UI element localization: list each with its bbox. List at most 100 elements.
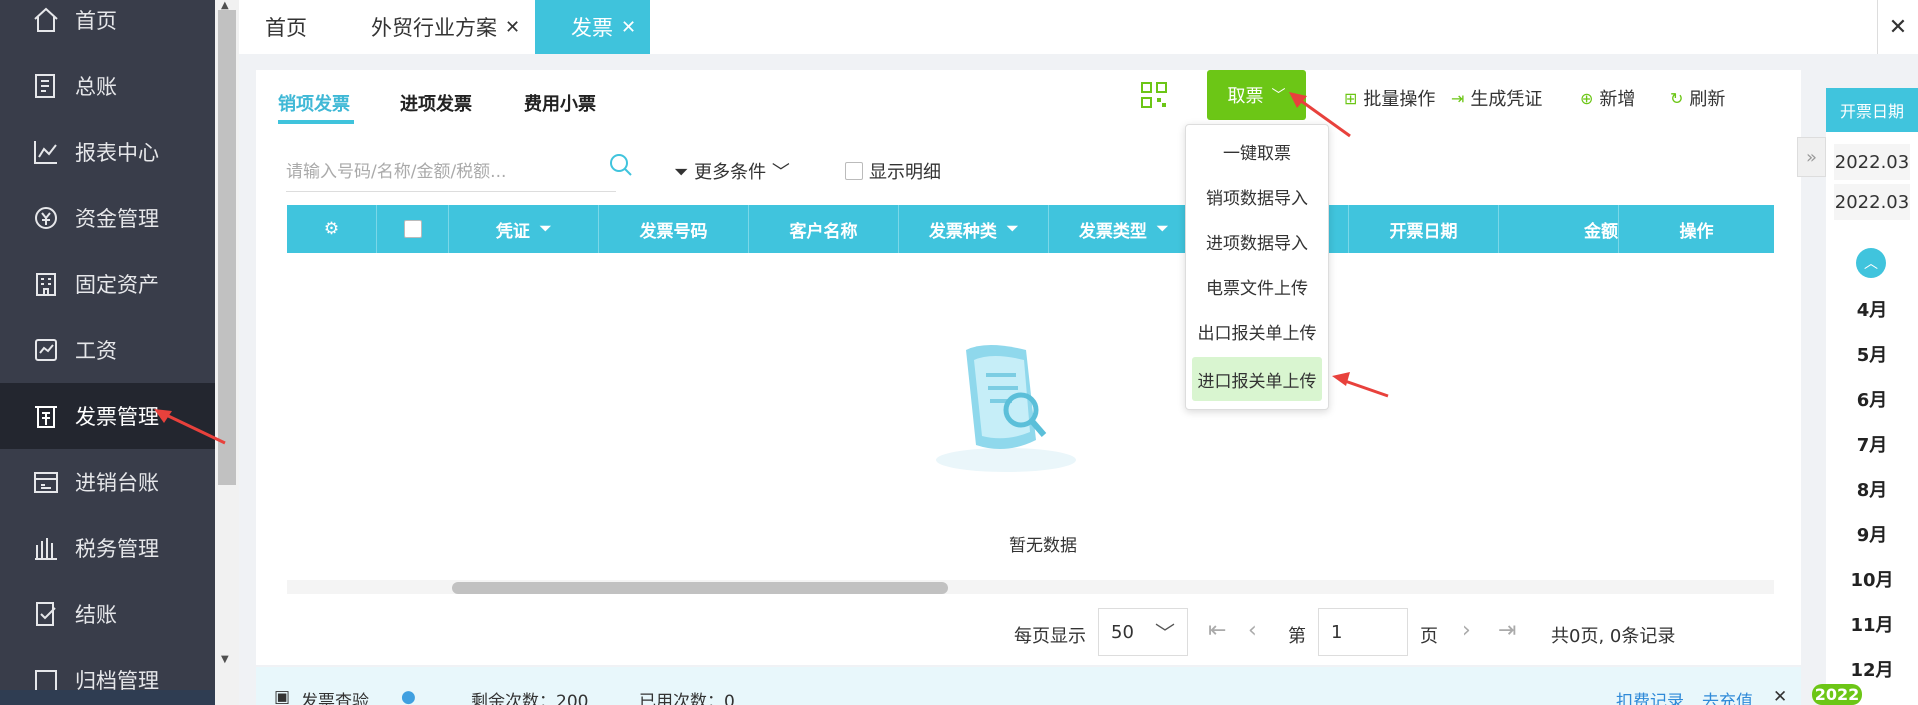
per-page-select[interactable]: 50 ﹀ — [1098, 608, 1188, 656]
column-voucher[interactable]: 凭证 ⏷ — [449, 205, 599, 253]
month-item[interactable]: 6月 — [1826, 386, 1918, 412]
scroll-up-icon[interactable]: ▲ — [221, 0, 229, 11]
show-detail-label: 显示明细 — [869, 162, 941, 183]
table-hscroll-thumb[interactable] — [452, 582, 948, 594]
subtab-receipts[interactable]: 费用小票 — [524, 90, 596, 116]
month-item[interactable]: 9月 — [1826, 521, 1918, 547]
settings-column[interactable]: ⚙ — [287, 205, 377, 253]
column-invoice-kind[interactable]: 发票种类 ⏷ — [899, 205, 1049, 253]
month-item[interactable]: 8月 — [1826, 476, 1918, 502]
column-label: 操作 — [1679, 221, 1714, 242]
month-item[interactable]: 11月 — [1826, 611, 1918, 637]
tax-icon — [35, 538, 57, 560]
month-item[interactable]: 10月 — [1826, 566, 1918, 592]
info-icon[interactable]: ● — [401, 687, 416, 705]
column-invoice-no[interactable]: 发票号码 — [599, 205, 749, 253]
column-label: 发票种类 — [928, 221, 997, 242]
close-all-icon[interactable]: ✕ — [1877, 0, 1918, 54]
recharge-link[interactable]: 去充值 — [1702, 687, 1753, 705]
invoice-icon — [35, 406, 57, 428]
column-amount[interactable]: 金额 — [1499, 205, 1619, 253]
sidebar-item-ledger[interactable]: 总账 — [0, 53, 215, 119]
sidebar-item-label: 报表中心 — [75, 141, 159, 165]
filter-icon[interactable]: ⏷ — [540, 221, 551, 237]
filter-icon[interactable]: ⏷ — [1007, 221, 1018, 237]
sidebar-item-home[interactable]: 首页 — [0, 0, 215, 53]
column-label: 发票类型 — [1078, 221, 1147, 242]
last-page-icon[interactable]: ⇥ — [1498, 618, 1516, 643]
column-customer[interactable]: 客户名称 — [749, 205, 899, 253]
month-item[interactable]: 12月 — [1826, 656, 1918, 682]
close-icon[interactable]: ✕ — [1773, 687, 1787, 705]
chevron-up-icon[interactable]: ︿ — [1856, 248, 1886, 278]
prev-page-icon[interactable]: ‹ — [1248, 618, 1257, 643]
refresh-button[interactable]: ↻ 刷新 — [1670, 85, 1725, 111]
scroll-down-icon[interactable]: ▼ — [221, 654, 229, 665]
more-conditions-button[interactable]: ⏷ 更多条件 ﹀ — [674, 158, 790, 184]
sidebar-item-label: 发票管理 — [75, 405, 159, 429]
sidebar-item-assets[interactable]: 固定资产 — [0, 251, 215, 317]
column-invoice-type[interactable]: 发票类型 ⏷ — [1049, 205, 1199, 253]
tab-home[interactable]: 首页 — [265, 0, 307, 54]
sidebar-item-label: 资金管理 — [75, 207, 159, 231]
chevron-down-icon: ﹀ — [1155, 621, 1175, 645]
chevron-down-icon: ﹀ — [771, 162, 790, 183]
qrcode-icon[interactable] — [1141, 82, 1167, 108]
sidebar-item-reports[interactable]: 报表中心 — [0, 119, 215, 185]
menu-item-sales-import[interactable]: 销项数据导入 — [1186, 174, 1328, 218]
sidebar-item-label: 首页 — [75, 9, 117, 33]
search-input[interactable]: 请输入号码/名称/金额/税额... — [286, 148, 616, 192]
column-label: 凭证 — [495, 221, 530, 242]
subtab-sales[interactable]: 销项发票 — [278, 90, 350, 116]
tab-bar: 首页 外贸行业方案 ✕ 发票 ✕ ✕ — [239, 0, 1918, 54]
page-input[interactable]: 1 — [1318, 608, 1408, 656]
tab-label: 外贸行业方案 — [371, 16, 497, 40]
menu-item-export-declaration[interactable]: 出口报关单上传 — [1186, 309, 1328, 353]
filter-icon[interactable]: ⏷ — [1157, 221, 1168, 237]
show-detail-checkbox[interactable]: 显示明细 — [845, 158, 941, 184]
search-placeholder: 请输入号码/名称/金额/税额... — [286, 162, 507, 182]
batch-button[interactable]: ⊞ 批量操作 — [1344, 85, 1435, 111]
sidebar-item-label: 结账 — [75, 603, 117, 627]
column-issue-date[interactable]: 开票日期 — [1349, 205, 1499, 253]
search-icon[interactable] — [608, 152, 634, 178]
sidebar-item-salary[interactable]: 工资 — [0, 317, 215, 383]
date-end[interactable]: 2022.03 — [1834, 184, 1910, 220]
empty-text: 暂无数据 — [1009, 536, 1077, 556]
month-item[interactable]: 4月 — [1826, 296, 1918, 322]
sidebar-item-tax[interactable]: 税务管理 — [0, 515, 215, 581]
sidebar-item-inventory[interactable]: 进销台账 — [0, 449, 215, 515]
first-page-icon[interactable]: ⇤ — [1208, 618, 1226, 643]
invoice-subtabs: 销项发票 进项发票 费用小票 — [256, 70, 622, 130]
home-icon — [34, 7, 58, 32]
sidebar-item-label: 总账 — [75, 75, 117, 99]
sidebar-item-label: 进销台账 — [75, 471, 159, 495]
fee-record-link[interactable]: 扣费记录 — [1616, 687, 1684, 705]
annotation-arrow-icon — [1332, 372, 1389, 398]
tab-invoice[interactable]: 发票 ✕ — [535, 0, 650, 54]
select-all-checkbox[interactable] — [403, 220, 422, 238]
year-badge[interactable]: 2022 — [1812, 684, 1862, 705]
collapse-icon[interactable]: » — [1797, 137, 1826, 177]
tab-foreign-trade[interactable]: 外贸行业方案 ✕ — [371, 0, 520, 54]
menu-item-e-invoice-upload[interactable]: 电票文件上传 — [1186, 264, 1328, 308]
date-panel-header: 开票日期 — [1826, 88, 1918, 132]
date-start[interactable]: 2022.03 — [1834, 144, 1910, 180]
close-icon[interactable]: ✕ — [505, 17, 520, 38]
month-item[interactable]: 5月 — [1826, 341, 1918, 367]
close-icon[interactable]: ✕ — [621, 17, 636, 38]
sidebar-item-close-period[interactable]: 结账 — [0, 581, 215, 647]
subtab-purchase[interactable]: 进项发票 — [400, 90, 472, 116]
month-item[interactable]: 7月 — [1826, 431, 1918, 457]
pagination: 每页显示 50 ﹀ ⇤ ‹ 第 1 页 › ⇥ 共0页, 0条记录 — [256, 608, 1801, 658]
menu-item-import-declaration[interactable]: 进口报关单上传 — [1192, 357, 1322, 401]
per-page-label: 每页显示 — [1014, 626, 1086, 647]
add-button[interactable]: ⊕ 新增 — [1580, 85, 1635, 111]
select-all-column[interactable] — [377, 205, 449, 253]
checkbox[interactable] — [845, 162, 863, 180]
menu-item-purchase-import[interactable]: 进项数据导入 — [1186, 219, 1328, 263]
next-page-icon[interactable]: › — [1462, 618, 1471, 643]
gear-icon[interactable]: ⚙ — [324, 219, 339, 239]
sidebar-item-funds[interactable]: 资金管理 — [0, 185, 215, 251]
voucher-button[interactable]: ⇥ 生成凭证 — [1451, 85, 1542, 111]
